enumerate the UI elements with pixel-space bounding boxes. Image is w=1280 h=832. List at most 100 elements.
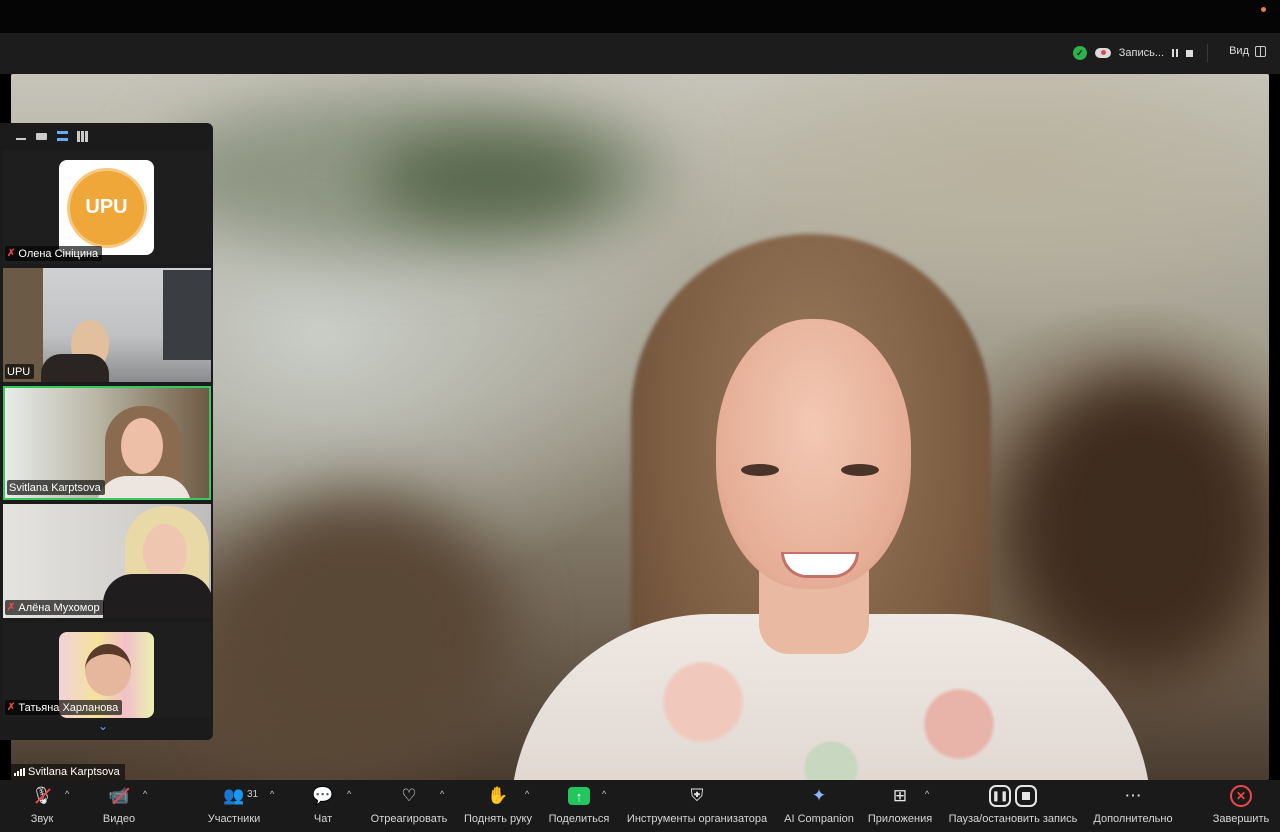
audio-label: Звук [30, 813, 54, 825]
participant-name: UPU [7, 365, 31, 378]
participants-options-caret[interactable]: ^ [270, 789, 274, 799]
more-button[interactable]: ⋯ Дополнительно [1090, 780, 1176, 832]
participant-name: Татьяна Харланова [18, 701, 119, 714]
speaker-eye [741, 464, 779, 476]
apps-icon: ⊞ [892, 786, 908, 805]
raise-hand-label: Поднять руку [464, 813, 532, 825]
hand-icon: ✋ [487, 786, 509, 805]
participant-name-tag: ✗ Татьяна Харланова [5, 700, 123, 715]
speaker-name-label: Svitlana Karptsova [11, 764, 125, 780]
signal-strength-icon [14, 768, 25, 776]
participant-tile[interactable]: ✗ Татьяна Харланова [3, 622, 211, 718]
participant-name-tag: ✗ Алёна Мухомор [5, 600, 104, 615]
video-background [163, 270, 211, 360]
raise-hand-options-caret[interactable]: ^ [525, 789, 529, 799]
view-label: Вид [1229, 45, 1249, 57]
apps-options-caret[interactable]: ^ [925, 789, 929, 799]
muted-mic-icon: ✗ [7, 602, 16, 613]
host-tools-button[interactable]: ⛨ Инструменты организатора [622, 780, 772, 832]
participant-tile[interactable]: UPU [3, 268, 211, 382]
pause-stop-recording-button[interactable]: ❚❚ Пауза/остановить запись [944, 780, 1082, 832]
sparkle-icon: ✦ [811, 786, 827, 805]
recording-label: Запись... [1118, 47, 1164, 59]
participant-avatar: UPU [59, 160, 154, 255]
pause-record-label: Пауза/остановить запись [948, 813, 1078, 825]
participant-face [143, 524, 187, 580]
gallery-view-icon[interactable] [77, 131, 89, 142]
apps-label: Приложения [867, 813, 933, 825]
end-label: Завершить [1212, 813, 1270, 825]
speaker-face [716, 319, 911, 589]
cloud-recording-icon [1094, 48, 1111, 58]
participant-name-tag: ✗ Олена Сініцина [5, 246, 103, 261]
panel-view-controls [0, 123, 213, 150]
background-blur [371, 134, 611, 224]
participants-label: Участники [207, 813, 261, 825]
ai-companion-label: AI Companion [784, 813, 854, 825]
muted-mic-icon: 🎙 [31, 785, 53, 807]
video-label: Видео [102, 813, 136, 825]
react-button[interactable]: ♡ Отреагировать [366, 780, 452, 832]
react-label: Отреагировать [370, 813, 448, 825]
share-options-caret[interactable]: ^ [602, 789, 606, 799]
react-options-caret[interactable]: ^ [440, 789, 444, 799]
more-label: Дополнительно [1093, 813, 1173, 825]
share-screen-icon: ↑ [568, 785, 590, 807]
heart-icon: ♡ [401, 786, 417, 805]
share-button[interactable]: ↑ Поделиться [544, 780, 614, 832]
participant-tile-active[interactable]: Svitlana Karptsova [3, 386, 211, 500]
apps-button[interactable]: ⊞ Приложения [864, 780, 936, 832]
video-button[interactable]: 📹 Видео [98, 780, 140, 832]
participant-tile[interactable]: UPU ✗ Олена Сініцина [3, 150, 211, 264]
background-blur [1011, 374, 1269, 674]
security-shield-icon[interactable]: ✓ [1072, 46, 1087, 60]
pause-recording-icon[interactable] [1172, 49, 1178, 57]
recording-status: ✓ Запись... [1072, 43, 1214, 63]
video-options-caret[interactable]: ^ [143, 789, 147, 799]
host-tools-label: Инструменты организатора [626, 813, 768, 825]
end-icon: ✕ [1230, 785, 1252, 807]
raise-hand-button[interactable]: ✋ Поднять руку [460, 780, 536, 832]
view-button[interactable]: Вид [1229, 45, 1266, 57]
chat-label: Чат [313, 813, 333, 825]
divider [1207, 44, 1208, 62]
scroll-down-icon[interactable]: ⌄ [98, 719, 110, 733]
strip-view-icon[interactable] [57, 131, 68, 141]
participant-face [85, 644, 131, 696]
recording-controls-icon: ❚❚ [989, 785, 1037, 807]
participant-body [103, 574, 211, 618]
speaker-view-icon[interactable] [36, 133, 47, 140]
participant-body [97, 476, 191, 498]
chat-icon: 💬 [312, 786, 334, 805]
ai-companion-button[interactable]: ✦ AI Companion [780, 780, 858, 832]
muted-mic-icon: ✗ [7, 702, 16, 713]
participant-name: Алёна Мухомор [18, 601, 100, 614]
chat-options-caret[interactable]: ^ [347, 789, 351, 799]
window-titlebar [0, 0, 1280, 33]
share-label: Поделиться [548, 813, 610, 825]
muted-mic-icon: ✗ [7, 248, 16, 259]
audio-button[interactable]: 🎙 Звук [22, 780, 62, 832]
window-indicator-dot [1261, 7, 1266, 12]
chat-button[interactable]: 💬 Чат [306, 780, 340, 832]
audio-options-caret[interactable]: ^ [65, 789, 69, 799]
meeting-toolbar: 🎙 Звук ^ 📹 Видео ^ 👥 Участники 31 ^ 💬 Ча… [0, 780, 1280, 832]
participant-name: Олена Сініцина [18, 247, 99, 260]
speaker-name: Svitlana Karptsova [28, 766, 120, 778]
participants-button[interactable]: 👥 Участники [202, 780, 266, 832]
participant-tile[interactable]: ✗ Алёна Мухомор [3, 504, 211, 618]
participant-name-tag: Svitlana Karptsova [7, 480, 105, 495]
end-meeting-button[interactable]: ✕ Завершить [1210, 780, 1272, 832]
speaker-eye [841, 464, 879, 476]
minimize-icon[interactable] [16, 138, 26, 140]
view-grid-icon [1255, 45, 1266, 57]
participants-video-panel: UPU ✗ Олена Сініцина UPU Svitlana Karpts… [0, 123, 213, 740]
participants-count: 31 [247, 789, 259, 800]
background-blur [211, 494, 511, 774]
meeting-status-bar: ✓ Запись... Вид [0, 33, 1280, 74]
participant-name: Svitlana Karptsova [9, 481, 101, 494]
participant-name-tag: UPU [5, 364, 35, 379]
upu-logo: UPU [66, 167, 147, 248]
more-icon: ⋯ [1124, 786, 1142, 805]
stop-recording-icon[interactable] [1186, 49, 1193, 57]
